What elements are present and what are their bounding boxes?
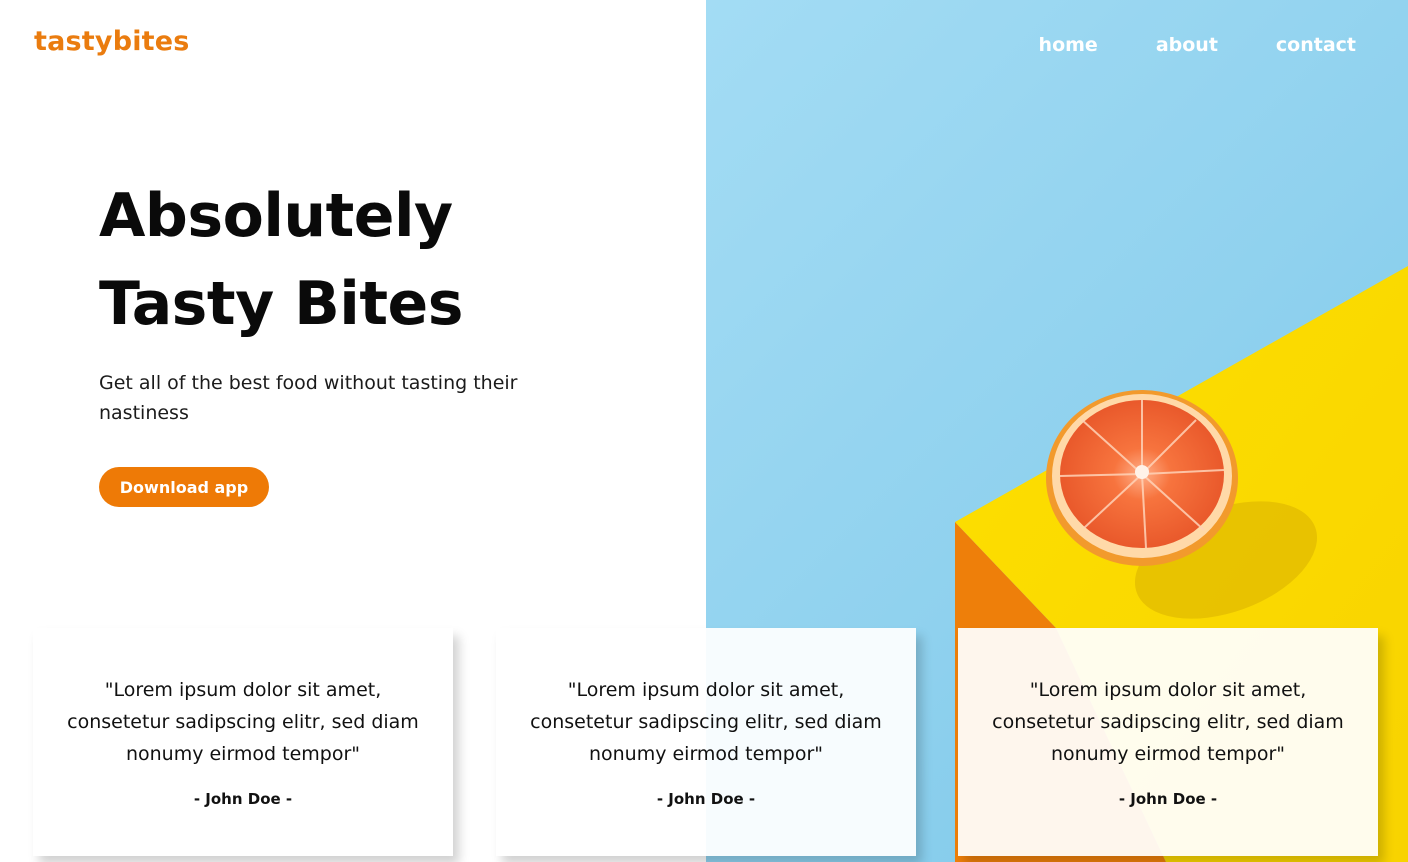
testimonial-author: - John Doe - — [656, 790, 756, 808]
hero-title-line-2: Tasty Bites — [99, 269, 463, 339]
nav-link-home[interactable]: home — [1039, 34, 1098, 56]
testimonial-author: - John Doe - — [1118, 790, 1218, 808]
testimonial-quote: "Lorem ipsum dolor sit amet, consetetur … — [67, 679, 419, 765]
hero-title: Absolutely Tasty Bites — [99, 172, 463, 348]
testimonial-quote: "Lorem ipsum dolor sit amet, consetetur … — [530, 679, 882, 765]
testimonial-card: "Lorem ipsum dolor sit amet, consetetur … — [33, 628, 453, 856]
nav-link-about[interactable]: about — [1156, 34, 1218, 56]
testimonial-quote: "Lorem ipsum dolor sit amet, consetetur … — [992, 679, 1344, 765]
testimonial-card: "Lorem ipsum dolor sit amet, consetetur … — [496, 628, 916, 856]
hero-subtitle: Get all of the best food without tasting… — [99, 372, 518, 424]
testimonial-author: - John Doe - — [193, 790, 293, 808]
nav-link-contact[interactable]: contact — [1276, 34, 1356, 56]
main-nav: home about contact — [1039, 34, 1356, 56]
brand-logo[interactable]: tastybites — [34, 26, 190, 57]
download-app-button[interactable]: Download app — [99, 467, 269, 507]
hero-title-line-1: Absolutely — [99, 181, 453, 251]
testimonial-card: "Lorem ipsum dolor sit amet, consetetur … — [958, 628, 1378, 856]
